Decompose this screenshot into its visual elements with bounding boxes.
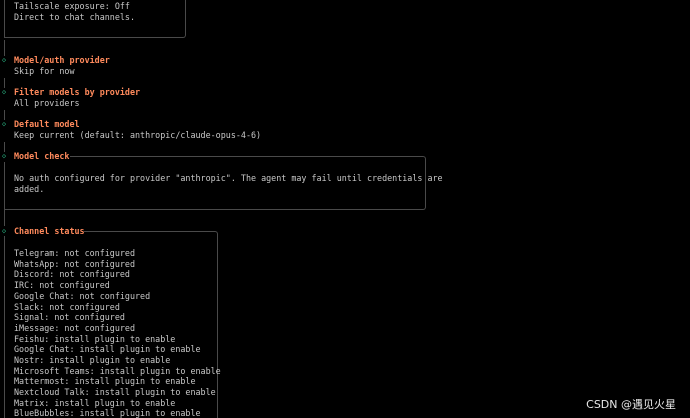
channel-status-right-border <box>217 235 218 418</box>
channel-status-item: IRC: not configured <box>14 280 110 291</box>
channel-status-item: Discord: not configured <box>14 269 130 280</box>
channel-status-item: Mattermost: install plugin to enable <box>14 376 196 387</box>
gutter-line <box>4 40 5 56</box>
channel-status-item: Microsoft Teams: install plugin to enabl… <box>14 365 221 376</box>
top-box-right-border <box>185 0 186 33</box>
model-check-line-1: No auth configured for provider "anthrop… <box>14 173 443 183</box>
channel-status-item: Signal: not configured <box>14 312 125 323</box>
step-value-filter-models: All providers <box>14 98 80 108</box>
step-title-model-auth: Model/auth provider <box>14 55 110 65</box>
channel-status-item: Telegram: not configured <box>14 248 136 258</box>
channel-status-item: BlueBubbles: install plugin to enable <box>14 408 201 418</box>
channel-status-top-border <box>84 231 213 232</box>
channel-status-item: Slack: not configured <box>14 301 120 312</box>
gutter-line <box>4 236 5 418</box>
channel-status-item: Google Chat: install plugin to enable <box>14 344 201 355</box>
gutter-line <box>4 0 5 37</box>
channel-status-item: WhatsApp: not configured <box>14 258 136 269</box>
channel-status-item: Matrix: install plugin to enable <box>14 397 176 408</box>
model-check-diamond-icon: ◇ <box>1 152 7 160</box>
top-box-line-1: Tailscale exposure: Off <box>14 1 130 11</box>
top-box-line-2: Direct to chat channels. <box>14 12 136 22</box>
model-check-bottom-border <box>4 209 422 210</box>
channel-status-item: Nostr: install plugin to enable <box>14 355 171 365</box>
channel-status-item: iMessage: not configured <box>14 322 136 333</box>
model-check-line-2: added. <box>14 184 45 194</box>
channel-status-item: Nextcloud Talk: install plugin to enable <box>14 387 216 398</box>
channel-status-item: Feishu: install plugin to enable <box>14 333 176 344</box>
step-value-default-model: Keep current (default: anthropic/claude-… <box>14 130 262 140</box>
channel-status-title: Channel status <box>14 226 85 236</box>
step-diamond-icon: ◇ <box>1 56 7 64</box>
gutter-line <box>4 162 5 226</box>
step-title-filter-models: Filter models by provider <box>14 87 141 97</box>
model-check-top-border <box>70 156 421 157</box>
step-title-default-model: Default model <box>14 119 80 129</box>
top-box-bottom-border <box>4 37 182 38</box>
step-diamond-icon: ◇ <box>1 88 7 96</box>
terminal-window: Tailscale exposure: Off Direct to chat c… <box>0 0 690 418</box>
channel-status-item: Google Chat: not configured <box>14 290 151 301</box>
step-diamond-icon: ◇ <box>1 120 7 128</box>
model-check-title: Model check <box>14 151 70 161</box>
step-value-model-auth: Skip for now <box>14 66 75 76</box>
watermark: CSDN @遇见火星 <box>586 398 676 411</box>
channel-status-diamond-icon: ◇ <box>1 227 7 235</box>
